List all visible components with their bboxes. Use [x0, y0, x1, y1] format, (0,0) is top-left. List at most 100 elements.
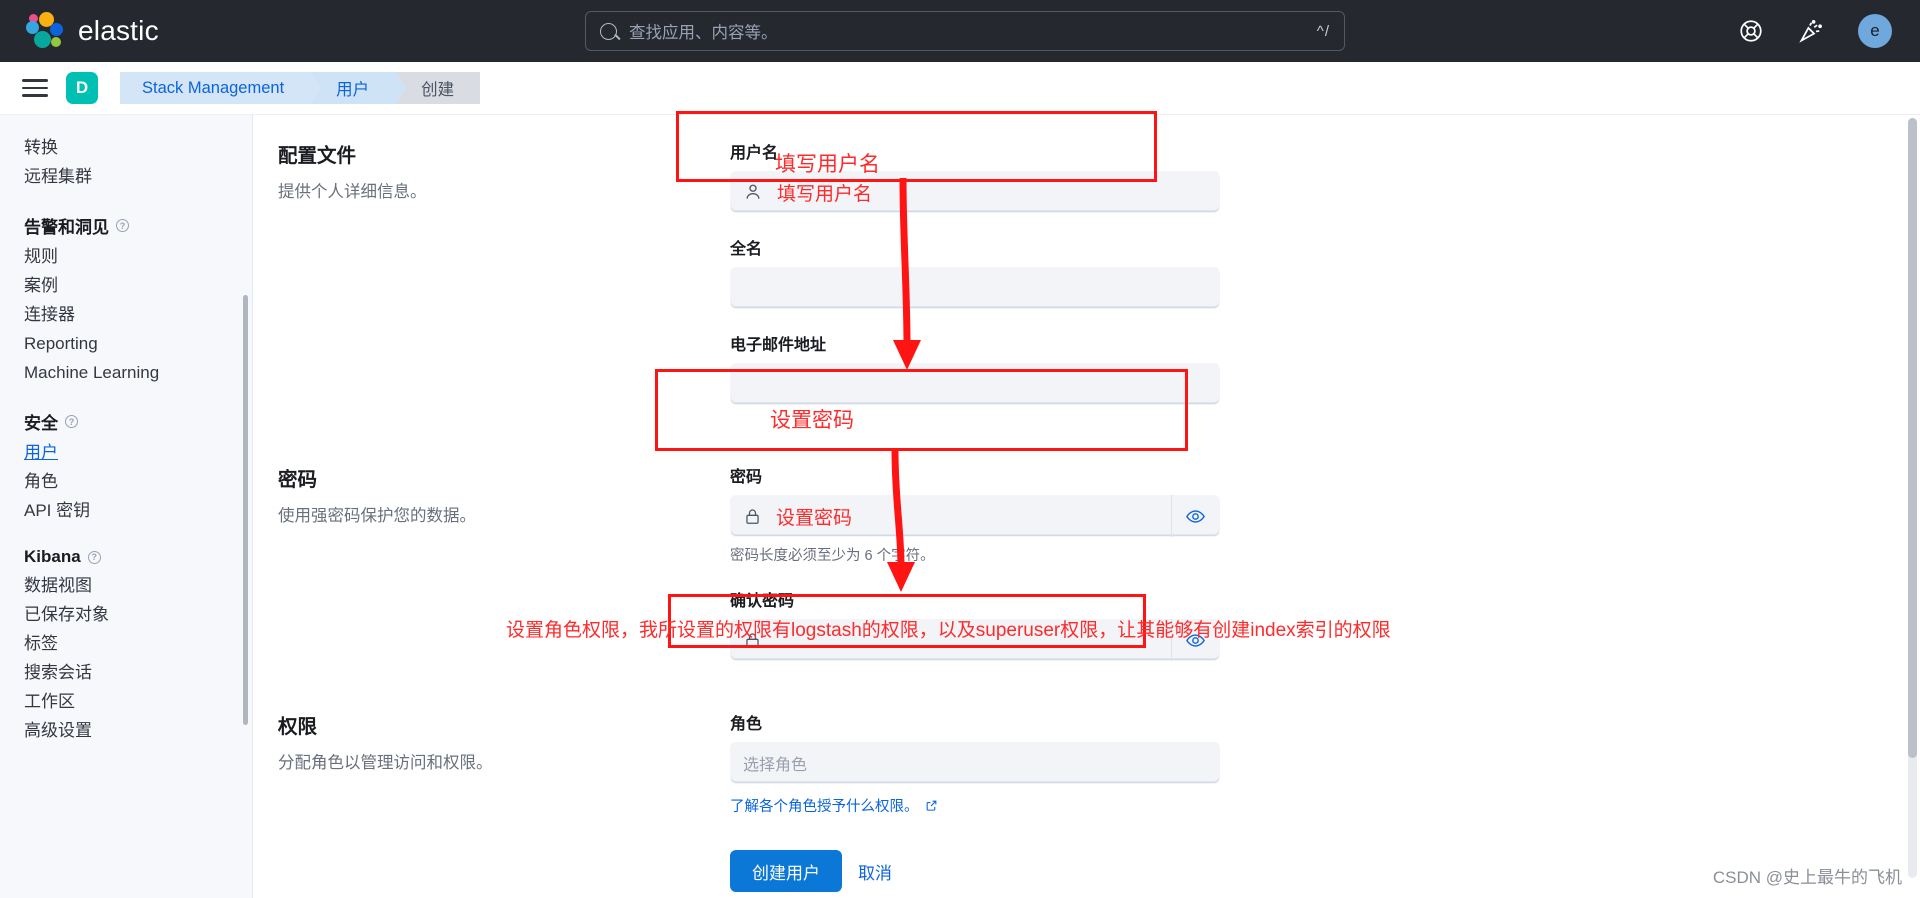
- sidebar-group-kibana-label: Kibana: [24, 547, 81, 566]
- cancel-button[interactable]: 取消: [842, 850, 908, 892]
- create-user-button[interactable]: 创建用户: [730, 850, 842, 892]
- field-email: 电子邮件地址: [730, 331, 1220, 405]
- roles-docs-link-label: 了解各个角色授予什么权限。: [730, 799, 919, 815]
- sidebar: 转换 远程集群 告警和洞见 ? 规则 案例 连接器 Reporting Mach…: [0, 115, 253, 898]
- toggle-password-visibility-button[interactable]: [1171, 495, 1219, 537]
- search-placeholder: 查找应用、内容等。: [629, 24, 778, 42]
- sidebar-item-cases[interactable]: 案例: [24, 271, 252, 300]
- section-password-text: 密码 使用强密码保护您的数据。: [278, 463, 578, 661]
- elastic-logo-icon: [26, 12, 64, 50]
- sidebar-item-data-views[interactable]: 数据视图: [24, 571, 252, 600]
- sidebar-item-transforms[interactable]: 转换: [24, 133, 252, 162]
- sidebar-group-security-label: 安全: [24, 414, 58, 433]
- lock-icon: [746, 632, 759, 648]
- toggle-confirm-password-visibility-button[interactable]: [1171, 619, 1219, 661]
- breadcrumb-item-users[interactable]: 用户: [310, 72, 407, 104]
- email-input[interactable]: [730, 363, 1220, 405]
- sidebar-group-alerts: 告警和洞见 ?: [24, 213, 252, 238]
- section-profile-title: 配置文件: [278, 145, 357, 167]
- help-icon[interactable]: [1738, 18, 1764, 44]
- sidebar-item-reporting[interactable]: Reporting: [24, 329, 252, 358]
- breadcrumb-bar: D Stack Management 用户 创建: [0, 62, 1920, 115]
- sidebar-item-tags[interactable]: 标签: [24, 629, 252, 658]
- sidebar-item-users[interactable]: 用户: [24, 438, 252, 467]
- user-icon: [746, 184, 760, 199]
- password-value: 设置密码: [776, 507, 853, 529]
- field-username-label: 用户名: [730, 145, 779, 162]
- section-password-title: 密码: [278, 469, 318, 491]
- global-search[interactable]: 查找应用、内容等。 ^/: [585, 11, 1345, 51]
- sidebar-item-search-sessions[interactable]: 搜索会话: [24, 658, 252, 687]
- section-permissions-title: 权限: [278, 716, 318, 738]
- field-confirm-password: 确认密码: [730, 587, 1220, 661]
- lock-icon: [746, 508, 759, 524]
- sidebar-scrollbar[interactable]: [243, 295, 248, 725]
- search-icon: [600, 22, 617, 40]
- announcements-icon[interactable]: [1798, 18, 1824, 44]
- username-value: 填写用户名: [777, 183, 873, 205]
- breadcrumb: Stack Management 用户 创建: [120, 72, 481, 104]
- help-circle-icon[interactable]: ?: [116, 219, 129, 232]
- sidebar-group-alerts-label: 告警和洞见: [24, 218, 109, 237]
- field-confirm-password-label: 确认密码: [730, 593, 795, 610]
- sidebar-group-security: 安全 ?: [24, 409, 252, 434]
- sidebar-item-spaces[interactable]: 工作区: [24, 687, 252, 716]
- section-permissions-desc: 分配角色以管理访问和权限。: [278, 754, 493, 772]
- field-fullname: 全名: [730, 235, 1220, 309]
- field-email-label: 电子邮件地址: [730, 337, 827, 354]
- sidebar-item-connectors[interactable]: 连接器: [24, 300, 252, 329]
- header-actions: e: [1738, 0, 1892, 62]
- breadcrumb-item-create: 创建: [395, 72, 481, 104]
- roles-select[interactable]: 选择角色: [730, 742, 1220, 784]
- avatar[interactable]: e: [1858, 14, 1892, 48]
- eye-icon: [1186, 633, 1205, 647]
- section-password-fields: 密码 设置密码 密码长度必须至少为 6 个字符。 确认密码: [730, 463, 1220, 661]
- username-input[interactable]: 填写用户名: [730, 171, 1220, 213]
- brand-name: elastic: [78, 15, 159, 46]
- menu-toggle-icon[interactable]: [22, 79, 48, 97]
- section-profile: 配置文件 提供个人详细信息。 用户名 填写用户名 全名 电子邮件地址: [278, 139, 1220, 405]
- section-permissions: 权限 分配角色以管理访问和权限。 角色 选择角色 了解各个角色授予什么权限。: [278, 710, 1220, 816]
- global-header: elastic 查找应用、内容等。 ^/ e: [0, 0, 1920, 62]
- field-password: 密码 设置密码 密码长度必须至少为 6 个字符。: [730, 463, 1220, 565]
- section-profile-desc: 提供个人详细信息。: [278, 183, 427, 201]
- page-scrollbar[interactable]: [1908, 118, 1917, 878]
- sidebar-item-saved-objects[interactable]: 已保存对象: [24, 600, 252, 629]
- sidebar-item-api-keys[interactable]: API 密钥: [24, 496, 252, 525]
- field-fullname-label: 全名: [730, 241, 763, 258]
- roles-placeholder: 选择角色: [743, 757, 808, 774]
- section-password-desc: 使用强密码保护您的数据。: [278, 507, 476, 525]
- eye-icon: [1186, 509, 1205, 523]
- help-circle-icon[interactable]: ?: [87, 550, 101, 564]
- sidebar-item-roles[interactable]: 角色: [24, 467, 252, 496]
- field-username: 用户名 填写用户名: [730, 139, 1220, 213]
- section-profile-fields: 用户名 填写用户名 全名 电子邮件地址: [730, 139, 1220, 405]
- sidebar-item-advanced-settings[interactable]: 高级设置: [24, 716, 252, 745]
- space-avatar[interactable]: D: [66, 72, 98, 104]
- fullname-input[interactable]: [730, 267, 1220, 309]
- app-root: elastic 查找应用、内容等。 ^/ e D Stack Managemen…: [0, 0, 1920, 898]
- create-user-form: 配置文件 提供个人详细信息。 用户名 填写用户名 全名 电子邮件地址 密码 使用…: [253, 115, 1920, 898]
- sidebar-item-remote-clusters[interactable]: 远程集群: [24, 162, 252, 191]
- sidebar-item-machine-learning[interactable]: Machine Learning: [24, 358, 252, 387]
- field-roles-label: 角色: [730, 716, 763, 733]
- search-input[interactable]: 查找应用、内容等。 ^/: [585, 11, 1345, 51]
- section-permissions-fields: 角色 选择角色 了解各个角色授予什么权限。: [730, 710, 1220, 816]
- section-password: 密码 使用强密码保护您的数据。 密码 设置密码 密码长度必须至少为 6 个字符。…: [278, 463, 1220, 661]
- section-profile-text: 配置文件 提供个人详细信息。: [278, 139, 578, 405]
- sidebar-item-rules[interactable]: 规则: [24, 242, 252, 271]
- sidebar-group-kibana: Kibana ?: [24, 547, 252, 567]
- help-circle-icon[interactable]: ?: [65, 415, 78, 428]
- password-help-text: 密码长度必须至少为 6 个字符。: [730, 548, 935, 564]
- field-password-label: 密码: [730, 469, 763, 486]
- roles-docs-link[interactable]: 了解各个角色授予什么权限。: [730, 795, 1220, 816]
- section-permissions-text: 权限 分配角色以管理访问和权限。: [278, 710, 578, 816]
- external-link-icon: [926, 800, 936, 811]
- confirm-password-input[interactable]: [730, 619, 1220, 661]
- brand[interactable]: elastic: [0, 12, 159, 50]
- watermark: CSDN @史上最牛的飞机: [1712, 868, 1902, 887]
- breadcrumb-item-stack-management[interactable]: Stack Management: [120, 72, 322, 104]
- form-actions: 创建用户 取消: [730, 850, 908, 892]
- search-shortcut-hint: ^/: [1316, 22, 1330, 40]
- password-input[interactable]: 设置密码: [730, 495, 1220, 537]
